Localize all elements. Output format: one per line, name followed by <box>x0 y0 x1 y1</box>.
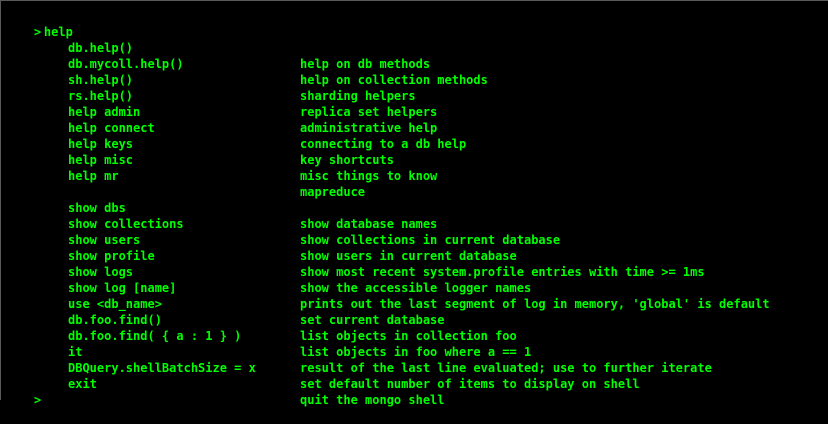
show-row: show dbs show database names <box>1 184 437 231</box>
typed-command: help <box>43 25 73 39</box>
help-command: db.mycoll.help() <box>68 57 184 71</box>
show-description: show collections in current database <box>300 233 561 247</box>
show-description: set default number of items to display o… <box>300 377 640 391</box>
show-row: use <db_name> set current database <box>1 280 445 327</box>
prompt-symbol: > <box>33 25 42 39</box>
help-row: rs.help() replica set helpers <box>1 72 437 119</box>
show-row: it result of the last line evaluated; us… <box>1 328 712 375</box>
help-command: help misc <box>68 153 134 167</box>
help-description: help on db methods <box>300 57 431 71</box>
help-row: db.help() help on db methods <box>1 24 430 71</box>
help-row: sh.help() sharding helpers <box>1 56 416 103</box>
show-row: show collections show collections in cur… <box>1 200 560 247</box>
show-row: show logs show the accessible logger nam… <box>1 248 531 295</box>
show-command: exit <box>68 377 97 391</box>
show-description: show database names <box>300 217 438 231</box>
show-command: show log [name] <box>68 281 177 295</box>
show-row: db.foo.find( { a : 1 } ) list objects in… <box>1 312 531 359</box>
terminal-window[interactable]: > help db.help() help on db methods db.my… <box>0 0 828 407</box>
help-row: help misc misc things to know <box>1 136 437 183</box>
show-row: show log [name] prints out the last segm… <box>1 264 770 311</box>
show-command: show profile <box>68 249 155 263</box>
prompt-line-command: > help <box>5 8 73 39</box>
show-description: list objects in collection foo <box>300 329 517 343</box>
show-description: set current database <box>300 313 445 327</box>
help-description: administrative help <box>300 121 438 135</box>
show-description: list objects in foo where a == 1 <box>300 345 532 359</box>
help-row: help keys key shortcuts <box>1 120 394 167</box>
help-command: help mr <box>68 169 119 183</box>
show-description: show the accessible logger names <box>300 281 532 295</box>
help-row: db.mycoll.help() help on collection meth… <box>1 40 488 87</box>
show-command: show logs <box>68 265 134 279</box>
help-command: help keys <box>68 137 134 151</box>
show-command: db.foo.find() <box>68 313 162 327</box>
help-command: sh.help() <box>68 73 134 87</box>
show-description: quit the mongo shell <box>300 393 445 407</box>
show-command: show users <box>68 233 141 247</box>
show-row: db.foo.find() list objects in collection… <box>1 296 517 343</box>
help-description: replica set helpers <box>300 105 438 119</box>
help-row: help connect connecting to a db help <box>1 104 466 151</box>
help-command: help admin <box>68 105 141 119</box>
show-command: use <db_name> <box>68 297 162 311</box>
show-row: show profile show most recent system.pro… <box>1 232 705 279</box>
show-command: DBQuery.shellBatchSize = x <box>68 361 256 375</box>
show-row: exit quit the mongo shell <box>1 360 445 407</box>
help-description: mapreduce <box>300 185 366 199</box>
help-command: db.help() <box>68 41 134 55</box>
show-description: prints out the last segment of log in me… <box>300 297 770 311</box>
prompt-symbol: > <box>33 393 42 407</box>
show-description: result of the last line evaluated; use t… <box>300 361 712 375</box>
show-command: show dbs <box>68 201 126 215</box>
help-description: misc things to know <box>300 169 438 183</box>
help-row: help admin administrative help <box>1 88 437 135</box>
help-row: help mr mapreduce <box>1 152 365 199</box>
show-description: show users in current database <box>300 249 517 263</box>
help-description: sharding helpers <box>300 89 416 103</box>
show-command: show collections <box>68 217 184 231</box>
help-description: help on collection methods <box>300 73 488 87</box>
help-command: help connect <box>68 121 155 135</box>
show-command: it <box>68 345 83 359</box>
show-command: db.foo.find( { a : 1 } ) <box>68 329 242 343</box>
show-row: show users show users in current databas… <box>1 216 517 263</box>
help-description: connecting to a db help <box>300 137 467 151</box>
help-command: rs.help() <box>68 89 134 103</box>
prompt-line-empty[interactable]: > <box>5 376 44 407</box>
show-description: show most recent system.profile entries … <box>300 265 705 279</box>
help-description: key shortcuts <box>300 153 394 167</box>
show-row: DBQuery.shellBatchSize = x set default n… <box>1 344 640 391</box>
